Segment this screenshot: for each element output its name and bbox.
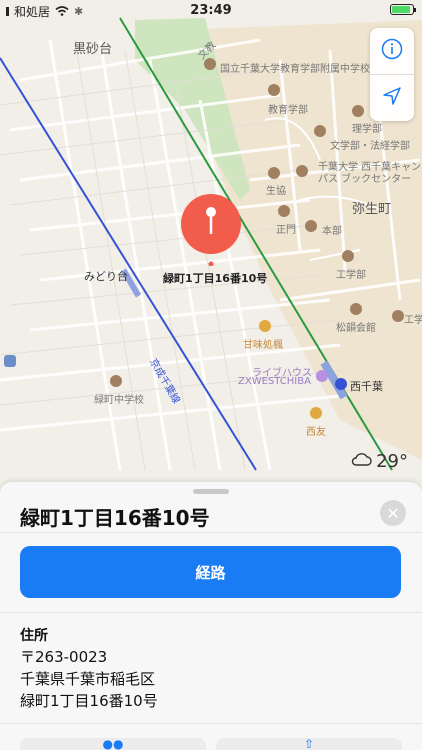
battery-icon [390, 4, 416, 15]
route-button[interactable]: 経路 [20, 546, 401, 598]
route-shield-icon [4, 355, 16, 367]
place-title: 緑町1丁目16番10号 [20, 506, 210, 530]
weather-temperature: 29° [376, 451, 408, 472]
map-label-gate: 正門 [276, 225, 296, 236]
address-street[interactable]: 緑町1丁目16番10号 [20, 690, 158, 711]
share-button[interactable]: ⇧ [216, 738, 402, 750]
info-button[interactable] [370, 28, 414, 74]
location-arrow-icon [382, 86, 402, 110]
close-icon: ✕ [386, 503, 400, 523]
close-button[interactable]: ✕ [380, 500, 406, 526]
location-button[interactable] [370, 75, 414, 121]
pin-label: 緑町1丁目16番10号 [163, 272, 268, 285]
map-label-sweets: 甘味処楓 [243, 340, 283, 351]
engineering-poi-icon[interactable] [342, 250, 354, 262]
coop-poi-icon[interactable] [268, 167, 280, 179]
share-icon: ⇧ [303, 737, 315, 750]
favorite-icon: ●● [102, 737, 124, 750]
map-label-engineering2: 工学 [404, 315, 422, 326]
letters-poi-icon[interactable] [314, 125, 326, 137]
sheet-divider [0, 532, 422, 533]
cloud-icon [350, 451, 372, 472]
sheet-divider-3 [0, 723, 422, 724]
map-label-livehouse-en: ZXWESTCHIBA [238, 376, 311, 387]
address-label: 住所 [20, 628, 48, 644]
map-label-school: 国立千葉大学教育学部附属中学校 [220, 64, 370, 75]
status-time: 23:49 [190, 3, 232, 18]
sheet-divider-2 [0, 612, 422, 613]
hall-poi-icon[interactable] [350, 303, 362, 315]
sweets-poi-icon[interactable] [259, 320, 271, 332]
hq-poi-icon[interactable] [305, 220, 317, 232]
weather-widget: 29° [350, 451, 408, 472]
map-label-seiyu: 西友 [306, 427, 326, 438]
map-label-nishichiba: 西千葉 [350, 380, 383, 393]
map-label-yayoicho: 弥生町 [352, 202, 392, 217]
map-label-coop: 生協 [266, 186, 286, 197]
sheet-grabber[interactable] [193, 489, 229, 494]
map-label-junior-high: 緑町中学校 [94, 395, 144, 406]
favorite-button[interactable]: ●● [20, 738, 206, 750]
science-poi-icon[interactable] [352, 105, 364, 117]
status-bar: 和処居 ✱ 23:49 [0, 0, 422, 22]
map-label-science: 理学部 [352, 124, 382, 135]
map-label-education: 教育学部 [268, 105, 308, 116]
map-label-engineering: 工学部 [336, 270, 366, 281]
supermarket-poi-icon[interactable] [310, 407, 322, 419]
map-controls [370, 28, 414, 121]
map-label-midoridai: みどり台 [84, 270, 128, 283]
map-label-campus: 千葉大学 西千葉キャン パス ブックセンター [318, 162, 422, 185]
education-poi-icon[interactable] [268, 84, 280, 96]
map-label-hq: 本部 [322, 226, 342, 237]
gate-poi-icon[interactable] [278, 205, 290, 217]
engineering2-poi-icon[interactable] [392, 310, 404, 322]
livehouse-poi-icon[interactable] [316, 370, 328, 382]
address-postal[interactable]: 〒263-0023 [20, 646, 107, 667]
map-label-letters: 文学部・法経学部 [330, 141, 410, 152]
map-label-hall: 松韻会館 [336, 323, 376, 334]
info-icon [381, 38, 403, 64]
map-pin-icon[interactable] [180, 194, 242, 267]
map-label-kurosunadai: 黒砂台 [73, 42, 113, 57]
bookcenter-poi-icon[interactable] [296, 165, 308, 177]
address-prefecture-city[interactable]: 千葉県千葉市稲毛区 [20, 668, 155, 689]
station-poi-icon[interactable] [335, 378, 347, 390]
junior-high-poi-icon[interactable] [110, 375, 122, 387]
